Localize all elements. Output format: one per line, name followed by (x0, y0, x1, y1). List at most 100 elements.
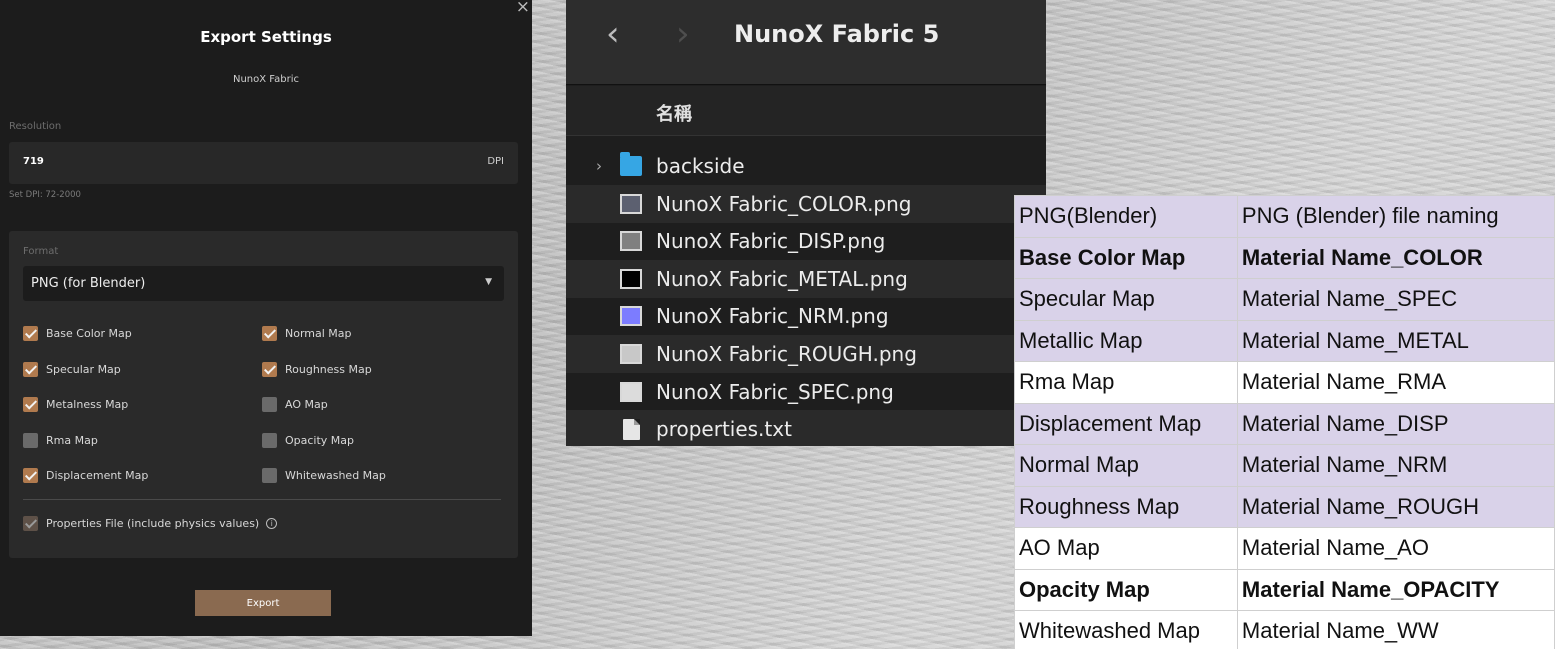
file-naming-cell: PNG (Blender) file naming (1236, 195, 1555, 238)
file-row[interactable]: NunoX Fabric_METAL.png (566, 259, 1046, 298)
file-row[interactable]: NunoX Fabric_DISP.png (566, 222, 1046, 260)
map-checkbox-label: Displacement Map (46, 469, 149, 482)
image-thumbnail-icon (620, 193, 642, 214)
format-panel: Format PNG (for Blender) ▼ Base Color Ma… (9, 231, 518, 558)
file-naming-cell: Material Name_SPEC (1236, 278, 1555, 321)
file-naming-cell: Material Name_COLOR (1236, 236, 1555, 279)
resolution-label: Resolution (9, 121, 62, 132)
format-select[interactable]: PNG (for Blender) ▼ (23, 266, 504, 301)
checkbox-unchecked-icon (262, 468, 277, 483)
file-row[interactable]: properties.txt (566, 410, 1046, 446)
properties-file-checkbox[interactable]: Properties File (include physics values)… (23, 516, 278, 531)
back-chevron-icon[interactable]: ‹ (606, 14, 620, 54)
file-naming-table: PNG(Blender) PNG (Blender) file naming Bas… (1014, 195, 1555, 649)
map-checkbox[interactable]: Whitewashed Map (262, 468, 386, 483)
checkbox-unchecked-icon (262, 432, 277, 448)
table-row: Displacement Map Material Name_DISP (1014, 402, 1555, 445)
map-checkbox[interactable]: Roughness Map (262, 361, 372, 377)
format-label: Format (23, 246, 59, 257)
map-checkbox[interactable]: Metalness Map (23, 397, 128, 412)
table-row: Normal Map Material Name_NRM (1014, 444, 1555, 487)
table-row: Opacity Map Material Name_OPACITY (1014, 568, 1555, 611)
folder-icon (620, 152, 642, 176)
map-type-cell: Normal Map (1014, 444, 1238, 487)
resolution-hint: Set DPI: 72-2000 (9, 190, 81, 200)
disclosure-chevron-icon[interactable]: › (596, 157, 602, 175)
file-row[interactable]: › backside (566, 147, 1046, 185)
map-checkbox-label: Normal Map (285, 327, 352, 340)
file-row[interactable]: NunoX Fabric_SPEC.png (566, 373, 1046, 411)
forward-chevron-icon[interactable]: › (676, 14, 690, 54)
map-checkbox-label: Metalness Map (46, 398, 129, 411)
file-naming-cell: Material Name_RMA (1236, 361, 1555, 404)
checkbox-checked-icon (23, 361, 38, 377)
resolution-input[interactable]: 719 DPI (9, 142, 518, 184)
dialog-title: Export Settings (200, 28, 332, 46)
dialog-subtitle: NunoX Fabric (232, 74, 299, 85)
file-naming-cell: Material Name_METAL (1236, 319, 1555, 362)
checkbox-checked-icon (23, 468, 38, 483)
map-checkbox-label: Rma Map (46, 433, 98, 447)
text-document-icon (623, 418, 640, 440)
map-checkbox[interactable]: Specular Map (23, 361, 121, 377)
table-row: Specular Map Material Name_SPEC (1014, 278, 1555, 321)
table-row: AO Map Material Name_AO (1014, 527, 1555, 570)
image-thumbnail-icon (620, 231, 642, 252)
file-name: NunoX Fabric_NRM.png (656, 304, 889, 329)
map-checkbox[interactable]: Base Color Map (23, 326, 132, 341)
map-checkbox-label: Whitewashed Map (285, 469, 386, 482)
image-thumbnail-icon (620, 268, 642, 289)
checkbox-checked-icon (262, 326, 277, 341)
file-row[interactable]: NunoX Fabric_COLOR.png (566, 184, 1046, 223)
file-naming-cell: Material Name_WW (1236, 610, 1555, 649)
map-type-cell: Metallic Map (1014, 319, 1238, 362)
map-checkbox-label: Specular Map (46, 362, 121, 376)
export-button[interactable]: Export (195, 590, 331, 616)
finder-toolbar: ‹ › NunoX Fabric 5 (566, 0, 1046, 85)
table-row: Rma Map Material Name_RMA (1014, 361, 1555, 404)
map-checkbox[interactable]: Normal Map (262, 326, 352, 341)
file-name: NunoX Fabric_METAL.png (656, 266, 908, 291)
map-checkbox[interactable]: AO Map (262, 397, 328, 412)
finder-window: ‹ › NunoX Fabric 5 名稱 › backside NunoX Fab… (566, 0, 1046, 446)
checkbox-checked-icon (23, 397, 38, 412)
map-type-cell: Displacement Map (1014, 402, 1238, 445)
file-name: NunoX Fabric_SPEC.png (656, 379, 894, 404)
resolution-unit: DPI (487, 156, 504, 167)
checkbox-unchecked-icon (262, 397, 277, 412)
image-thumbnail-icon (620, 306, 642, 327)
file-naming-cell: Material Name_AO (1236, 527, 1555, 570)
file-naming-cell: Material Name_OPACITY (1236, 568, 1555, 611)
map-checkbox-label: Roughness Map (285, 362, 372, 376)
map-checkbox-label: Opacity Map (285, 433, 355, 447)
map-checkbox[interactable]: Rma Map (23, 432, 98, 448)
column-name-label: 名稱 (656, 104, 692, 125)
table-row: Roughness Map Material Name_ROUGH (1014, 485, 1555, 528)
table-row: Base Color Map Material Name_COLOR (1014, 236, 1555, 279)
info-icon[interactable]: i (266, 518, 278, 529)
folder-title: NunoX Fabric 5 (734, 20, 940, 48)
close-icon[interactable]: × (516, 0, 530, 17)
resolution-value[interactable]: 719 (23, 156, 44, 167)
column-header[interactable]: 名稱 (566, 86, 1046, 136)
map-checkbox-label: Base Color Map (46, 327, 132, 340)
file-row[interactable]: NunoX Fabric_NRM.png (566, 297, 1046, 335)
map-type-cell: AO Map (1014, 527, 1238, 570)
image-thumbnail-icon (620, 344, 642, 364)
file-row[interactable]: NunoX Fabric_ROUGH.png (566, 335, 1046, 373)
map-type-cell: Rma Map (1014, 361, 1238, 404)
map-checkbox-label: AO Map (285, 398, 328, 411)
file-naming-cell: Material Name_DISP (1236, 402, 1555, 445)
map-checkbox[interactable]: Displacement Map (23, 468, 148, 483)
map-checkbox[interactable]: Opacity Map (262, 432, 355, 448)
file-naming-cell: Material Name_ROUGH (1236, 485, 1555, 528)
divider (23, 499, 501, 500)
map-type-cell: Specular Map (1014, 278, 1238, 321)
file-naming-cell: Material Name_NRM (1236, 444, 1555, 487)
export-settings-dialog: × Export Settings NunoX Fabric Resolutio… (0, 0, 532, 636)
map-type-cell: PNG(Blender) (1014, 195, 1238, 238)
format-selected-value: PNG (for Blender) (31, 276, 146, 291)
checkbox-unchecked-icon (23, 432, 38, 448)
checkbox-checked-icon (23, 326, 38, 341)
checkbox-checked-icon (23, 516, 38, 531)
